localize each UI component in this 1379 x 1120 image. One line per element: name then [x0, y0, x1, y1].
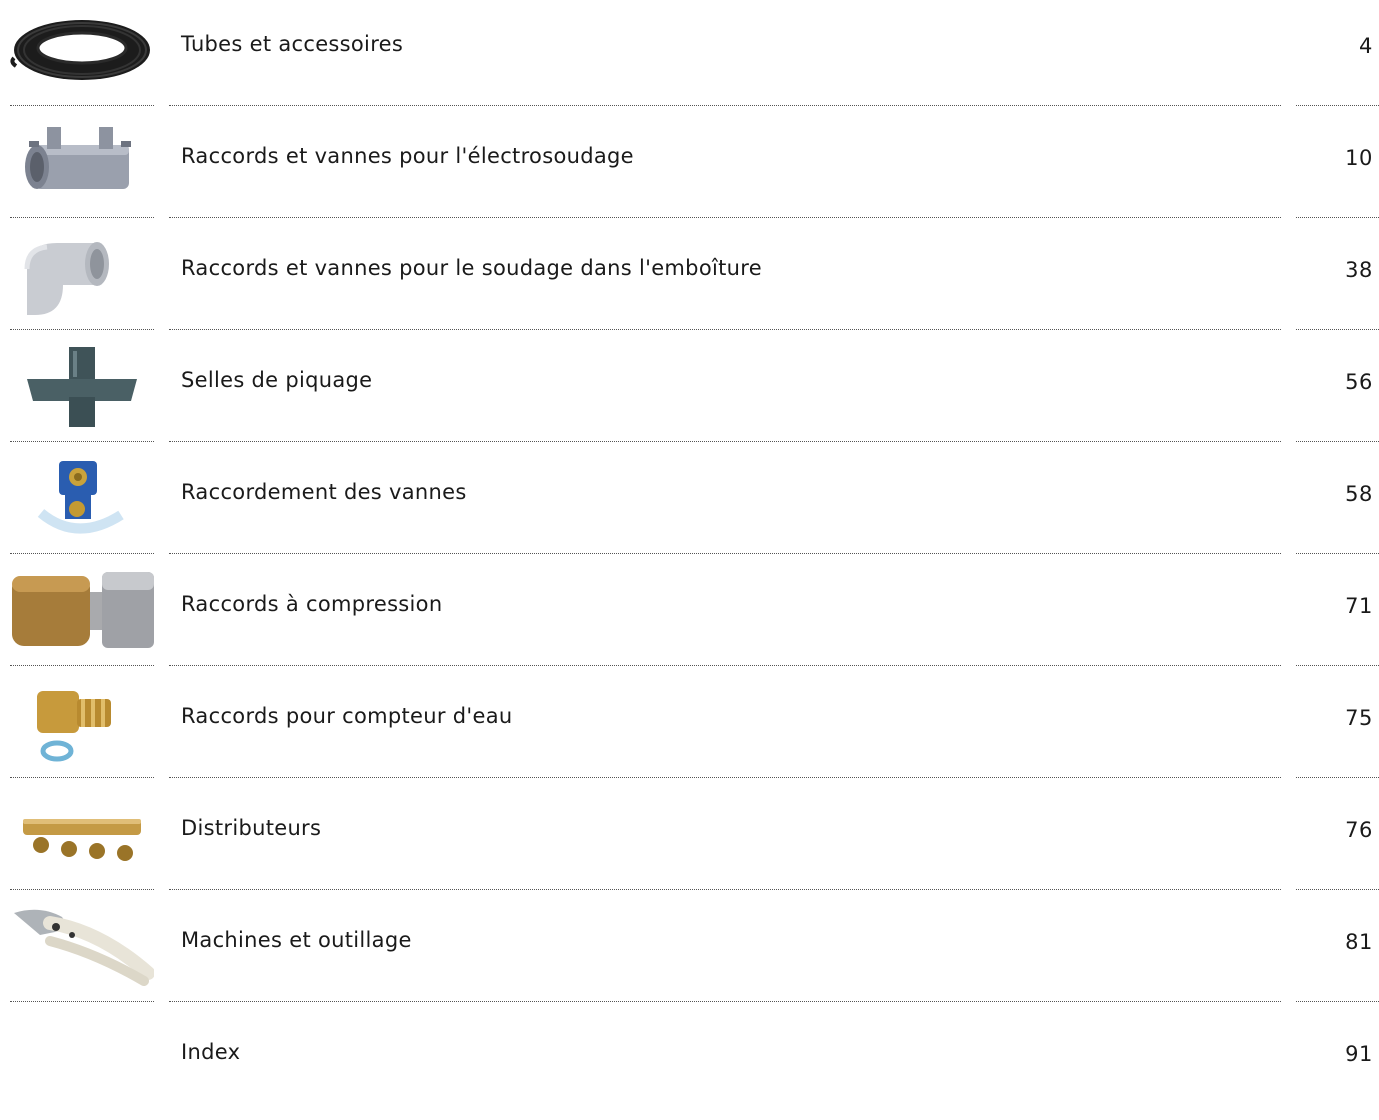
divider: [169, 329, 1281, 330]
toc-entry-raccordement-vannes[interactable]: Raccordement des vannes 58: [0, 448, 1379, 560]
socket-elbow-icon: [10, 224, 154, 324]
pipe-coil-icon: [10, 0, 154, 100]
water-meter-fitting-icon: [10, 672, 154, 772]
entry-page-number: 10: [1345, 146, 1373, 170]
entry-page-number: 4: [1359, 34, 1373, 58]
divider: [169, 889, 1281, 890]
toc-entry-distributeurs[interactable]: Distributeurs 76: [0, 784, 1379, 896]
entry-title: Selles de piquage: [181, 368, 373, 392]
divider: [10, 777, 154, 778]
divider: [10, 329, 154, 330]
toc-entry-index[interactable]: Index 91: [0, 1008, 1379, 1120]
divider: [1296, 665, 1379, 666]
entry-title: Machines et outillage: [181, 928, 412, 952]
entry-page-number: 81: [1345, 930, 1373, 954]
divider: [10, 553, 154, 554]
entry-page-number: 58: [1345, 482, 1373, 506]
divider: [1296, 1001, 1379, 1002]
entry-title: Raccords et vannes pour l'électrosoudage: [181, 144, 634, 168]
divider: [1296, 329, 1379, 330]
toc-entry-electrosoudage[interactable]: Raccords et vannes pour l'électrosoudage…: [0, 112, 1379, 224]
divider: [1296, 105, 1379, 106]
entry-page-number: 56: [1345, 370, 1373, 394]
manifold-icon: [10, 784, 154, 884]
toc-entry-emboiture[interactable]: Raccords et vannes pour le soudage dans …: [0, 224, 1379, 336]
toc-entry-compteur[interactable]: Raccords pour compteur d'eau 75: [0, 672, 1379, 784]
entry-page-number: 91: [1345, 1042, 1373, 1066]
divider: [169, 105, 1281, 106]
valve-connector-icon: [10, 448, 154, 548]
entry-title: Index: [181, 1040, 241, 1064]
entry-page-number: 76: [1345, 818, 1373, 842]
entry-title: Raccordement des vannes: [181, 480, 467, 504]
entry-title: Distributeurs: [181, 816, 322, 840]
divider: [10, 441, 154, 442]
divider: [10, 217, 154, 218]
divider: [169, 441, 1281, 442]
entry-title: Tubes et accessoires: [181, 32, 404, 56]
divider: [1296, 217, 1379, 218]
divider: [1296, 553, 1379, 554]
toc-entry-machines[interactable]: Machines et outillage 81: [0, 896, 1379, 1008]
divider: [10, 105, 154, 106]
toc-entry-tubes[interactable]: Tubes et accessoires 4: [0, 0, 1379, 112]
tapping-saddle-icon: [10, 336, 154, 436]
toc-entry-compression[interactable]: Raccords à compression 71: [0, 560, 1379, 672]
divider: [10, 1001, 154, 1002]
compression-fitting-icon: [10, 560, 154, 660]
divider: [169, 217, 1281, 218]
toc-entry-selles[interactable]: Selles de piquage 56: [0, 336, 1379, 448]
pipe-cutter-icon: [10, 896, 154, 996]
entry-page-number: 71: [1345, 594, 1373, 618]
divider: [1296, 441, 1379, 442]
entry-title: Raccords et vannes pour le soudage dans …: [181, 256, 762, 280]
divider: [169, 665, 1281, 666]
entry-page-number: 38: [1345, 258, 1373, 282]
divider: [10, 665, 154, 666]
divider: [169, 553, 1281, 554]
divider: [10, 889, 154, 890]
entry-title: Raccords pour compteur d'eau: [181, 704, 513, 728]
entry-page-number: 75: [1345, 706, 1373, 730]
divider: [1296, 777, 1379, 778]
divider: [169, 777, 1281, 778]
entry-title: Raccords à compression: [181, 592, 443, 616]
divider: [1296, 889, 1379, 890]
electrofusion-coupler-icon: [10, 112, 154, 212]
divider: [169, 1001, 1281, 1002]
